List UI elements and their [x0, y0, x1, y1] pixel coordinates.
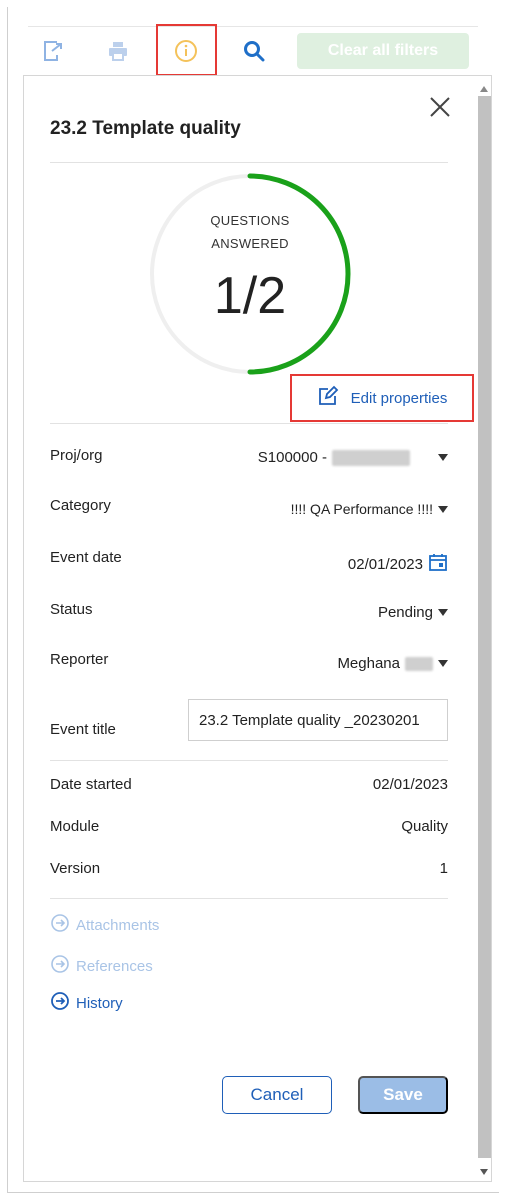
- answered-label: ANSWERED: [211, 236, 289, 251]
- proj-org-value: S100000 -: [257, 449, 327, 466]
- info-divider: [50, 760, 448, 761]
- reporter-value: Meghana: [337, 655, 400, 672]
- event-date-field[interactable]: 02/01/2023: [348, 552, 448, 576]
- category-label: Category: [50, 497, 111, 514]
- event-title-label: Event title: [50, 721, 116, 738]
- chevron-down-icon: [438, 609, 448, 616]
- title-divider: [50, 162, 448, 163]
- reporter-label: Reporter: [50, 651, 109, 668]
- history-link[interactable]: History: [50, 991, 123, 1015]
- attachments-link[interactable]: Attachments: [50, 913, 159, 937]
- reporter-select[interactable]: Meghana: [337, 655, 448, 672]
- event-title-input[interactable]: 23.2 Template quality _20230201: [188, 699, 448, 741]
- panel-scrollbar[interactable]: [478, 82, 491, 1182]
- category-value: !!!! QA Performance !!!!: [290, 501, 433, 517]
- chevron-down-icon: [438, 505, 448, 513]
- chevron-down-icon: [438, 454, 448, 461]
- print-icon[interactable]: [105, 38, 131, 64]
- top-divider: [28, 26, 478, 27]
- references-link[interactable]: References: [50, 954, 153, 978]
- status-label: Status: [50, 601, 93, 618]
- module-value: Quality: [401, 818, 448, 835]
- questions-label: QUESTIONS: [210, 213, 290, 228]
- version-value: 1: [439, 860, 448, 877]
- status-select[interactable]: Pending: [378, 604, 448, 621]
- cancel-button[interactable]: Cancel: [222, 1076, 332, 1114]
- history-label: History: [76, 994, 123, 1012]
- export-icon[interactable]: [40, 38, 66, 64]
- close-icon[interactable]: [427, 94, 453, 120]
- category-select[interactable]: !!!! QA Performance !!!!: [291, 501, 448, 517]
- date-started-label: Date started: [50, 776, 132, 793]
- arrow-circle-right-icon: [50, 913, 70, 937]
- proj-org-label: Proj/org: [50, 447, 103, 464]
- links-divider: [50, 898, 448, 899]
- status-value: Pending: [377, 604, 433, 621]
- attachments-label: Attachments: [76, 916, 160, 934]
- scrollbar-thumb[interactable]: [478, 96, 491, 1158]
- chevron-down-icon: [438, 660, 448, 667]
- toolbar: Clear all filters: [0, 24, 506, 76]
- date-started-value: 02/01/2023: [372, 776, 448, 793]
- arrow-circle-right-icon: [50, 991, 70, 1015]
- module-label: Module: [50, 818, 100, 835]
- references-label: References: [76, 957, 153, 975]
- arrow-circle-right-icon: [50, 954, 70, 978]
- panel-title: 23.2 Template quality: [50, 118, 241, 139]
- questions-answered-value: 1/2: [213, 267, 287, 325]
- fields-divider: [50, 423, 448, 424]
- proj-org-select[interactable]: S100000 -: [258, 449, 448, 466]
- edit-icon: [317, 385, 339, 411]
- save-button[interactable]: Save: [358, 1076, 448, 1114]
- event-date-label: Event date: [50, 549, 122, 566]
- scroll-up-arrow-icon[interactable]: [480, 86, 488, 92]
- event-date-value: 02/01/2023: [347, 555, 423, 573]
- info-icon[interactable]: [173, 38, 199, 64]
- edit-properties-link[interactable]: Edit properties: [290, 374, 474, 422]
- version-label: Version: [50, 860, 101, 877]
- redacted-reporter-surname: [405, 656, 433, 671]
- edit-properties-label: Edit properties: [350, 389, 448, 407]
- clear-all-filters-button[interactable]: Clear all filters: [297, 33, 469, 69]
- scroll-down-arrow-icon[interactable]: [480, 1169, 488, 1175]
- calendar-icon[interactable]: [428, 552, 448, 576]
- search-icon[interactable]: [241, 38, 267, 64]
- redacted-org-name: [332, 449, 410, 466]
